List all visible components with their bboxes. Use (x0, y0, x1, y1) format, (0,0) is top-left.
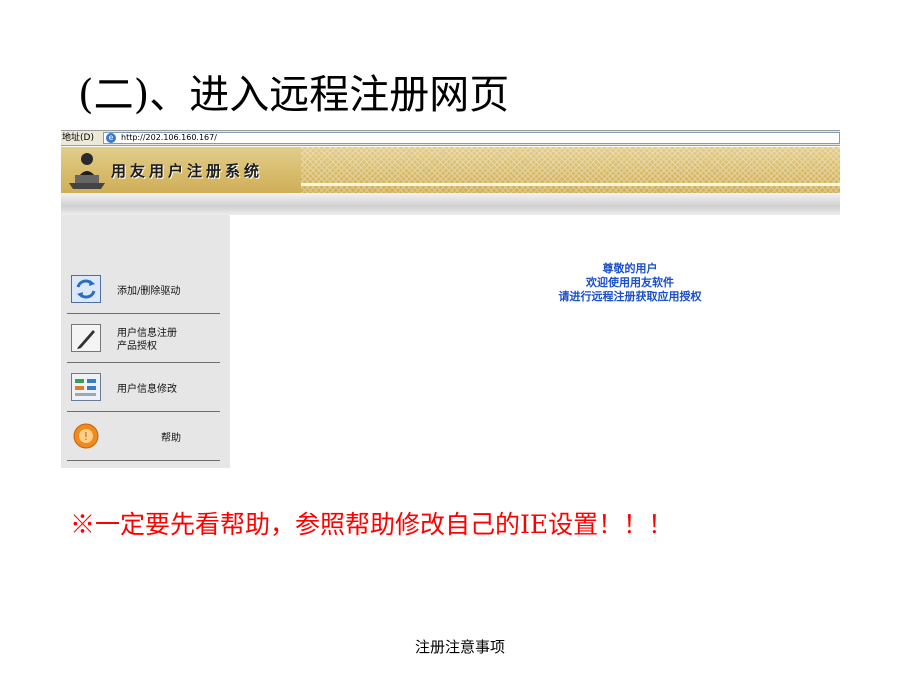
address-label: 地址(D) (62, 133, 94, 143)
menu-item-register-authorize[interactable]: 用户信息注册 产品授权 (67, 314, 220, 363)
address-url[interactable]: http://202.106.160.167/ (121, 131, 217, 145)
ie-globe-icon: e (106, 133, 116, 143)
address-bar: 地址(D) e http://202.106.160.167/ (61, 130, 840, 146)
form-grid-icon (71, 373, 101, 401)
welcome-line-1: 尊敬的用户 (602, 262, 658, 275)
menu-label-help: 帮助 (161, 433, 181, 444)
person-at-laptop-icon (69, 153, 105, 189)
site-banner: 用友用户注册系统 (61, 147, 840, 193)
site-title: 用友用户注册系统 (111, 162, 264, 180)
pen-edit-icon (71, 324, 101, 352)
menu-item-help[interactable]: ! 帮助 (67, 412, 220, 461)
menu-item-add-remove-driver[interactable]: 添加/删除驱动 (67, 265, 220, 314)
menu-label-modify-info: 用户信息修改 (117, 384, 177, 395)
banner-pattern (301, 147, 840, 193)
address-field[interactable]: e http://202.106.160.167/ (103, 132, 840, 144)
header-divider-band (61, 193, 840, 215)
menu-label-add-remove-driver: 添加/删除驱动 (117, 286, 181, 297)
warning-note: ※一定要先看帮助，参照帮助修改自己的IE设置！！！ (70, 510, 674, 539)
menu-item-modify-info[interactable]: 用户信息修改 (67, 363, 220, 412)
welcome-line-2: 欢迎使用用友软件 (586, 276, 674, 289)
welcome-line-3: 请进行远程注册获取应用授权 (558, 290, 702, 303)
banner-stripe (301, 183, 840, 186)
welcome-message: 尊敬的用户 欢迎使用用友软件 请进行远程注册获取应用授权 (420, 262, 840, 304)
menu-label-register-authorize: 用户信息注册 产品授权 (117, 328, 177, 352)
slide-footer: 注册注意事项 (414, 638, 505, 656)
help-badge-icon: ! (73, 423, 99, 449)
refresh-arrows-icon (71, 275, 101, 303)
svg-text:!: ! (84, 430, 88, 443)
slide-title: (二)、进入远程注册网页 (78, 72, 510, 118)
sidebar-menu: 添加/删除驱动 用户信息注册 产品授权 用户信息修改 ! 帮助 (61, 215, 230, 468)
